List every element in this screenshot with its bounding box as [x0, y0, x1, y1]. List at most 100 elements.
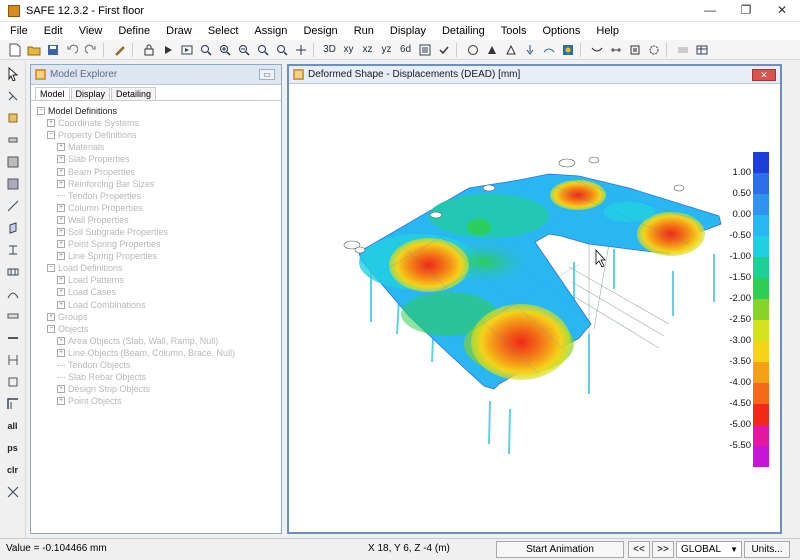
- expand-icon[interactable]: +: [57, 336, 65, 345]
- show-crack-width-icon[interactable]: [674, 41, 691, 58]
- draw-design-strip-icon[interactable]: [4, 373, 22, 391]
- draw-rebar-icon[interactable]: [4, 329, 22, 347]
- new-file-icon[interactable]: [6, 41, 23, 58]
- menu-options[interactable]: Options: [542, 25, 580, 37]
- expand-icon[interactable]: +: [57, 179, 65, 188]
- menu-run[interactable]: Run: [354, 25, 374, 37]
- draw-slab-icon[interactable]: [4, 307, 22, 325]
- tree-node[interactable]: + Groups: [37, 311, 281, 323]
- menu-assign[interactable]: Assign: [254, 25, 287, 37]
- show-reinforcing-icon[interactable]: [645, 41, 662, 58]
- expand-icon[interactable]: +: [57, 385, 65, 394]
- collapse-icon[interactable]: −: [47, 324, 55, 333]
- show-reactions-icon[interactable]: [521, 41, 538, 58]
- menu-edit[interactable]: Edit: [44, 25, 63, 37]
- expand-icon[interactable]: +: [57, 300, 65, 309]
- show-contours-icon[interactable]: [559, 41, 576, 58]
- menu-help[interactable]: Help: [596, 25, 619, 37]
- zoom-window-icon[interactable]: [197, 41, 214, 58]
- expand-icon[interactable]: +: [47, 312, 55, 321]
- tab-detailing[interactable]: Detailing: [111, 87, 157, 100]
- pan-icon[interactable]: [292, 41, 309, 58]
- expand-icon[interactable]: +: [57, 252, 65, 261]
- tree-node[interactable]: − Load Definitions: [37, 262, 281, 274]
- reshape-icon[interactable]: [4, 87, 22, 105]
- draw-column-icon[interactable]: [4, 219, 22, 237]
- start-animation-button[interactable]: Start Animation: [496, 541, 624, 558]
- set-yz-view-icon[interactable]: yz: [378, 41, 395, 58]
- expand-icon[interactable]: +: [57, 276, 65, 285]
- tree-node[interactable]: + Point Spring Properties: [37, 238, 281, 250]
- view-close-button[interactable]: ✕: [752, 69, 776, 81]
- show-deformed-icon[interactable]: [502, 41, 519, 58]
- tree-node[interactable]: + Load Combinations: [37, 299, 281, 311]
- display-options-icon[interactable]: [416, 41, 433, 58]
- explorer-restore-button[interactable]: ▭: [259, 69, 275, 80]
- coordinate-system-dropdown[interactable]: GLOBAL ▼: [676, 541, 742, 558]
- select-all-button[interactable]: all: [4, 417, 22, 435]
- pencil-icon[interactable]: [111, 41, 128, 58]
- menu-detailing[interactable]: Detailing: [442, 25, 485, 37]
- show-slab-forces-icon[interactable]: [540, 41, 557, 58]
- show-punching-icon[interactable]: [626, 41, 643, 58]
- show-strip-forces-icon[interactable]: [588, 41, 605, 58]
- zoom-out-icon[interactable]: [235, 41, 252, 58]
- run-analysis-icon[interactable]: [159, 41, 176, 58]
- draw-dimension-icon[interactable]: [4, 351, 22, 369]
- menu-display[interactable]: Display: [390, 25, 426, 37]
- next-step-button[interactable]: >>: [652, 541, 674, 558]
- tab-display[interactable]: Display: [70, 87, 111, 100]
- menu-design[interactable]: Design: [303, 25, 337, 37]
- tree-node[interactable]: Tendon Objects: [37, 359, 281, 371]
- lock-model-icon[interactable]: [140, 41, 157, 58]
- save-icon[interactable]: [44, 41, 61, 58]
- undo-icon[interactable]: [63, 41, 80, 58]
- previous-selection-button[interactable]: ps: [4, 439, 22, 457]
- open-folder-icon[interactable]: [25, 41, 42, 58]
- menu-select[interactable]: Select: [208, 25, 239, 37]
- close-button[interactable]: ✕: [764, 0, 800, 22]
- expand-icon[interactable]: +: [57, 155, 65, 164]
- draw-tendon-icon[interactable]: [4, 285, 22, 303]
- menu-define[interactable]: Define: [118, 25, 150, 37]
- restore-button[interactable]: ❐: [728, 0, 764, 22]
- tree-node[interactable]: + Reinforcing Bar Sizes: [37, 178, 281, 190]
- expand-icon[interactable]: +: [47, 119, 55, 128]
- set-xy-view-icon[interactable]: xy: [340, 41, 357, 58]
- tree-node[interactable]: + Design Strip Objects: [37, 383, 281, 395]
- show-loads-icon[interactable]: [483, 41, 500, 58]
- expand-icon[interactable]: +: [57, 227, 65, 236]
- tree-node[interactable]: Tendon Properties: [37, 190, 281, 202]
- tab-model[interactable]: Model: [35, 87, 70, 100]
- select-frame-icon[interactable]: [4, 395, 22, 413]
- expand-icon[interactable]: +: [57, 397, 65, 406]
- zoom-in-icon[interactable]: [216, 41, 233, 58]
- pointer-icon[interactable]: [4, 65, 22, 83]
- tree-node[interactable]: − Property Definitions: [37, 129, 281, 141]
- expand-icon[interactable]: +: [57, 240, 65, 249]
- expand-icon[interactable]: +: [57, 143, 65, 152]
- tree-node[interactable]: + Coordinate Systems: [37, 117, 281, 129]
- draw-beam-icon[interactable]: [4, 197, 22, 215]
- zoom-fit-icon[interactable]: [254, 41, 271, 58]
- collapse-icon[interactable]: −: [47, 131, 55, 140]
- tree-node[interactable]: + Slab Properties: [37, 153, 281, 165]
- draw-wall-icon[interactable]: [4, 241, 22, 259]
- expand-icon[interactable]: +: [57, 215, 65, 224]
- menu-tools[interactable]: Tools: [501, 25, 527, 37]
- expand-icon[interactable]: +: [57, 203, 65, 212]
- tree-node[interactable]: + Column Properties: [37, 202, 281, 214]
- tree-node[interactable]: + Area Objects (Slab, Wall, Ramp, Null): [37, 335, 281, 347]
- model-canvas[interactable]: [289, 84, 780, 532]
- redo-icon[interactable]: [82, 41, 99, 58]
- show-table-icon[interactable]: 6d: [397, 41, 414, 58]
- run-design-icon[interactable]: [178, 41, 195, 58]
- check-icon[interactable]: [435, 41, 452, 58]
- tree-node[interactable]: Slab Rebar Objects: [37, 371, 281, 383]
- snap-icon[interactable]: [4, 483, 22, 501]
- draw-area-icon[interactable]: [4, 153, 22, 171]
- previous-step-button[interactable]: <<: [628, 541, 650, 558]
- zoom-previous-icon[interactable]: [273, 41, 290, 58]
- tree-node[interactable]: + Wall Properties: [37, 214, 281, 226]
- clear-selection-button[interactable]: clr: [4, 461, 22, 479]
